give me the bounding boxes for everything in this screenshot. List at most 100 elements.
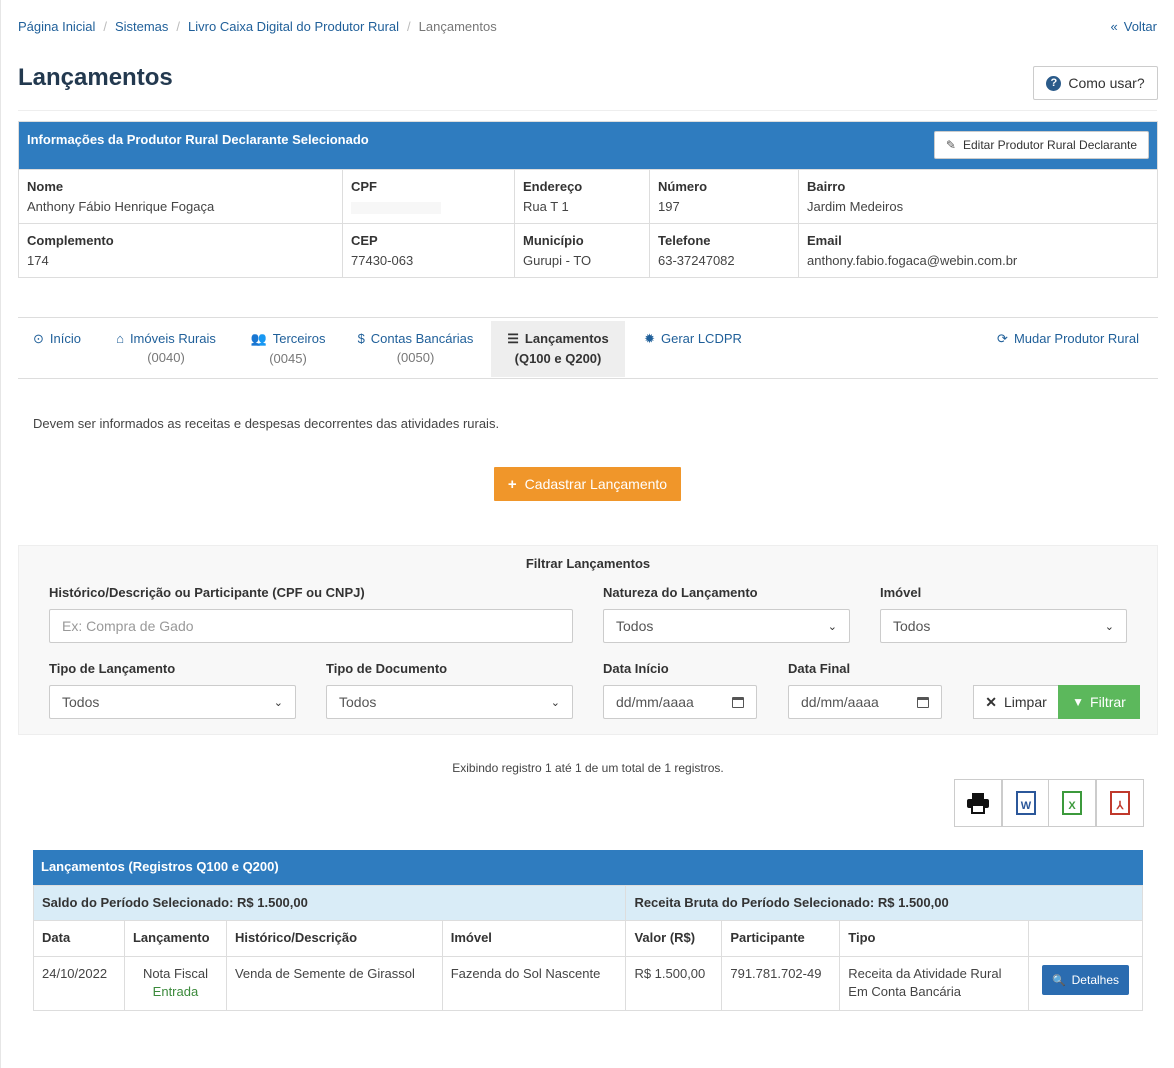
tab-gerar-lcdpr[interactable]: ✹ Gerar LCDPR bbox=[636, 321, 750, 377]
cell-data: 24/10/2022 bbox=[33, 956, 125, 1011]
dollar-icon: $ bbox=[357, 331, 365, 346]
tipo-lancamento-select[interactable]: Todos ⌄ bbox=[49, 685, 296, 719]
breadcrumb-livro-caixa[interactable]: Livro Caixa Digital do Produtor Rural bbox=[188, 19, 399, 34]
info-municipio: Município Gurupi - TO bbox=[514, 223, 649, 277]
tab-imoveis-rurais[interactable]: ⌂ Imóveis Rurais (0040) bbox=[102, 321, 230, 377]
chevron-down-icon: ⌄ bbox=[273, 696, 283, 709]
lancamentos-table-panel: Lançamentos (Registros Q100 e Q200) Sald… bbox=[32, 850, 1144, 1011]
info-label: Telefone bbox=[658, 233, 711, 248]
breadcrumb-systems[interactable]: Sistemas bbox=[115, 19, 168, 34]
double-chevron-left-icon: « bbox=[1110, 19, 1118, 34]
users-icon: 👥 bbox=[250, 331, 267, 346]
tipo-lancamento-value: Todos bbox=[62, 694, 100, 710]
nav-tabs: ⊙ Início ⌂ Imóveis Rurais (0040) 👥 Terceiro… bbox=[18, 317, 1158, 379]
info-label: Nome bbox=[27, 179, 64, 194]
column-header: Tipo bbox=[839, 920, 1029, 957]
details-button[interactable]: 🔍 Detalhes bbox=[1041, 965, 1129, 995]
receita-cell: Receita Bruta do Período Selecionado: R$… bbox=[625, 885, 1143, 921]
add-lancamento-button[interactable]: + Cadastrar Lançamento bbox=[494, 467, 681, 501]
breadcrumb-current: Lançamentos bbox=[418, 19, 497, 34]
edit-producer-label: Editar Produtor Rural Declarante bbox=[962, 138, 1138, 152]
producer-info-grid: Nome Anthony Fábio Henrique Fogaça CPF En… bbox=[19, 169, 1157, 277]
cell-historico: Venda de Semente de Girassol bbox=[225, 956, 443, 1011]
search-icon: 🔍 bbox=[1051, 974, 1066, 987]
natureza-value: Todos bbox=[616, 618, 654, 634]
back-link[interactable]: « Voltar bbox=[1111, 19, 1157, 34]
tipo-lancamento-label: Tipo de Lançamento bbox=[49, 661, 176, 676]
filter-button[interactable]: ▼ Filtrar bbox=[1058, 685, 1140, 719]
tab-label: Terceiros bbox=[272, 331, 326, 346]
info-telefone: Telefone 63-37247082 bbox=[649, 223, 798, 277]
tipo-documento-select[interactable]: Todos ⌄ bbox=[326, 685, 573, 719]
tab-label: Mudar Produtor Rural bbox=[1013, 331, 1139, 346]
tab-lancamentos[interactable]: ☰ Lançamentos (Q100 e Q200) bbox=[491, 321, 625, 377]
help-button[interactable]: ? Como usar? bbox=[1033, 66, 1158, 100]
tab-contas-bancarias[interactable]: $ Contas Bancárias (0050) bbox=[348, 321, 483, 377]
column-header: Lançamento bbox=[123, 920, 227, 957]
info-value: 77430-063 bbox=[351, 253, 414, 268]
info-endereco: Endereço Rua T 1 bbox=[514, 169, 649, 223]
info-label: Número bbox=[658, 179, 708, 194]
page-title: Lançamentos bbox=[18, 64, 173, 91]
cell-participante: 791.781.702-49 bbox=[721, 956, 841, 1011]
imovel-select[interactable]: Todos ⌄ bbox=[880, 609, 1127, 643]
description-text: Devem ser informados as receitas e despe… bbox=[33, 416, 500, 431]
cell-tipo: Receita da Atividade Rural Em Conta Banc… bbox=[839, 956, 1029, 1011]
tab-inicio[interactable]: ⊙ Início bbox=[18, 321, 96, 377]
breadcrumb-home[interactable]: Página Inicial bbox=[18, 19, 95, 34]
tab-terceiros[interactable]: 👥 Terceiros (0045) bbox=[240, 321, 336, 377]
calendar-icon[interactable] bbox=[917, 696, 929, 708]
info-complemento: Complemento 174 bbox=[19, 223, 342, 277]
clear-label: Limpar bbox=[1003, 694, 1047, 710]
info-value: 63-37247082 bbox=[658, 253, 735, 268]
question-circle-icon: ? bbox=[1046, 75, 1062, 91]
column-header: Data bbox=[33, 920, 125, 957]
cell-lancamento: Nota Fiscal Entrada bbox=[123, 956, 227, 1011]
tab-mudar-produtor[interactable]: ⟳ Mudar Produtor Rural bbox=[988, 321, 1148, 377]
page: Página Inicial / Sistemas / Livro Caixa … bbox=[0, 0, 1174, 1068]
info-label: Endereço bbox=[523, 179, 583, 194]
cog-icon: ✹ bbox=[644, 331, 655, 346]
list-icon: ☰ bbox=[507, 331, 519, 346]
edit-icon: ✎ bbox=[945, 138, 956, 152]
tab-label: Início bbox=[49, 331, 81, 346]
divider bbox=[18, 110, 1157, 111]
excel-icon: X bbox=[1062, 791, 1082, 815]
edit-producer-button[interactable]: ✎ Editar Produtor Rural Declarante bbox=[934, 131, 1149, 159]
cell-action: 🔍 Detalhes bbox=[1027, 956, 1144, 1011]
calendar-icon[interactable] bbox=[732, 696, 744, 708]
info-label: CPF bbox=[351, 179, 377, 194]
export-pdf-button[interactable]: ⅄ bbox=[1096, 779, 1144, 827]
tipo-line: Em Conta Bancária bbox=[848, 984, 962, 999]
info-value: Anthony Fábio Henrique Fogaça bbox=[27, 199, 215, 214]
filter-icon: ▼ bbox=[1072, 695, 1085, 709]
clear-button[interactable]: ✕ Limpar bbox=[973, 685, 1059, 719]
info-cep: CEP 77430-063 bbox=[342, 223, 514, 277]
export-excel-button[interactable]: X bbox=[1048, 779, 1096, 827]
tab-label: Imóveis Rurais bbox=[129, 331, 216, 346]
chevron-down-icon: ⌄ bbox=[827, 620, 837, 633]
historico-input[interactable]: Ex: Compra de Gado bbox=[49, 609, 573, 643]
info-value: anthony.fabio.fogaca@webin.com.br bbox=[807, 253, 1018, 268]
print-button[interactable] bbox=[954, 779, 1002, 827]
summary-row: Saldo do Período Selecionado: R$ 1.500,0… bbox=[32, 885, 1143, 921]
refresh-icon: ⟳ bbox=[997, 331, 1008, 346]
tab-sub: (0040) bbox=[147, 350, 185, 365]
data-final-label: Data Final bbox=[788, 661, 851, 676]
tab-label: Contas Bancárias bbox=[370, 331, 474, 346]
data-final-placeholder: dd/mm/aaaa bbox=[801, 694, 879, 710]
export-word-button[interactable]: W bbox=[1002, 779, 1050, 827]
home-icon: ⌂ bbox=[116, 331, 124, 346]
cpf-redacted bbox=[351, 202, 441, 214]
column-header: Histórico/Descrição bbox=[225, 920, 443, 957]
data-final-input[interactable]: dd/mm/aaaa bbox=[788, 685, 942, 719]
circle-icon: ⊙ bbox=[33, 331, 44, 346]
add-lancamento-label: Cadastrar Lançamento bbox=[524, 476, 668, 492]
info-cpf: CPF bbox=[342, 169, 514, 223]
table-header-row: Data Lançamento Histórico/Descrição Imóv… bbox=[33, 920, 1144, 957]
natureza-select[interactable]: Todos ⌄ bbox=[603, 609, 850, 643]
printer-icon bbox=[967, 793, 989, 814]
producer-info-header: Informações da Produtor Rural Declarante… bbox=[19, 122, 1157, 169]
plus-icon: + bbox=[507, 475, 517, 493]
data-inicio-input[interactable]: dd/mm/aaaa bbox=[603, 685, 757, 719]
